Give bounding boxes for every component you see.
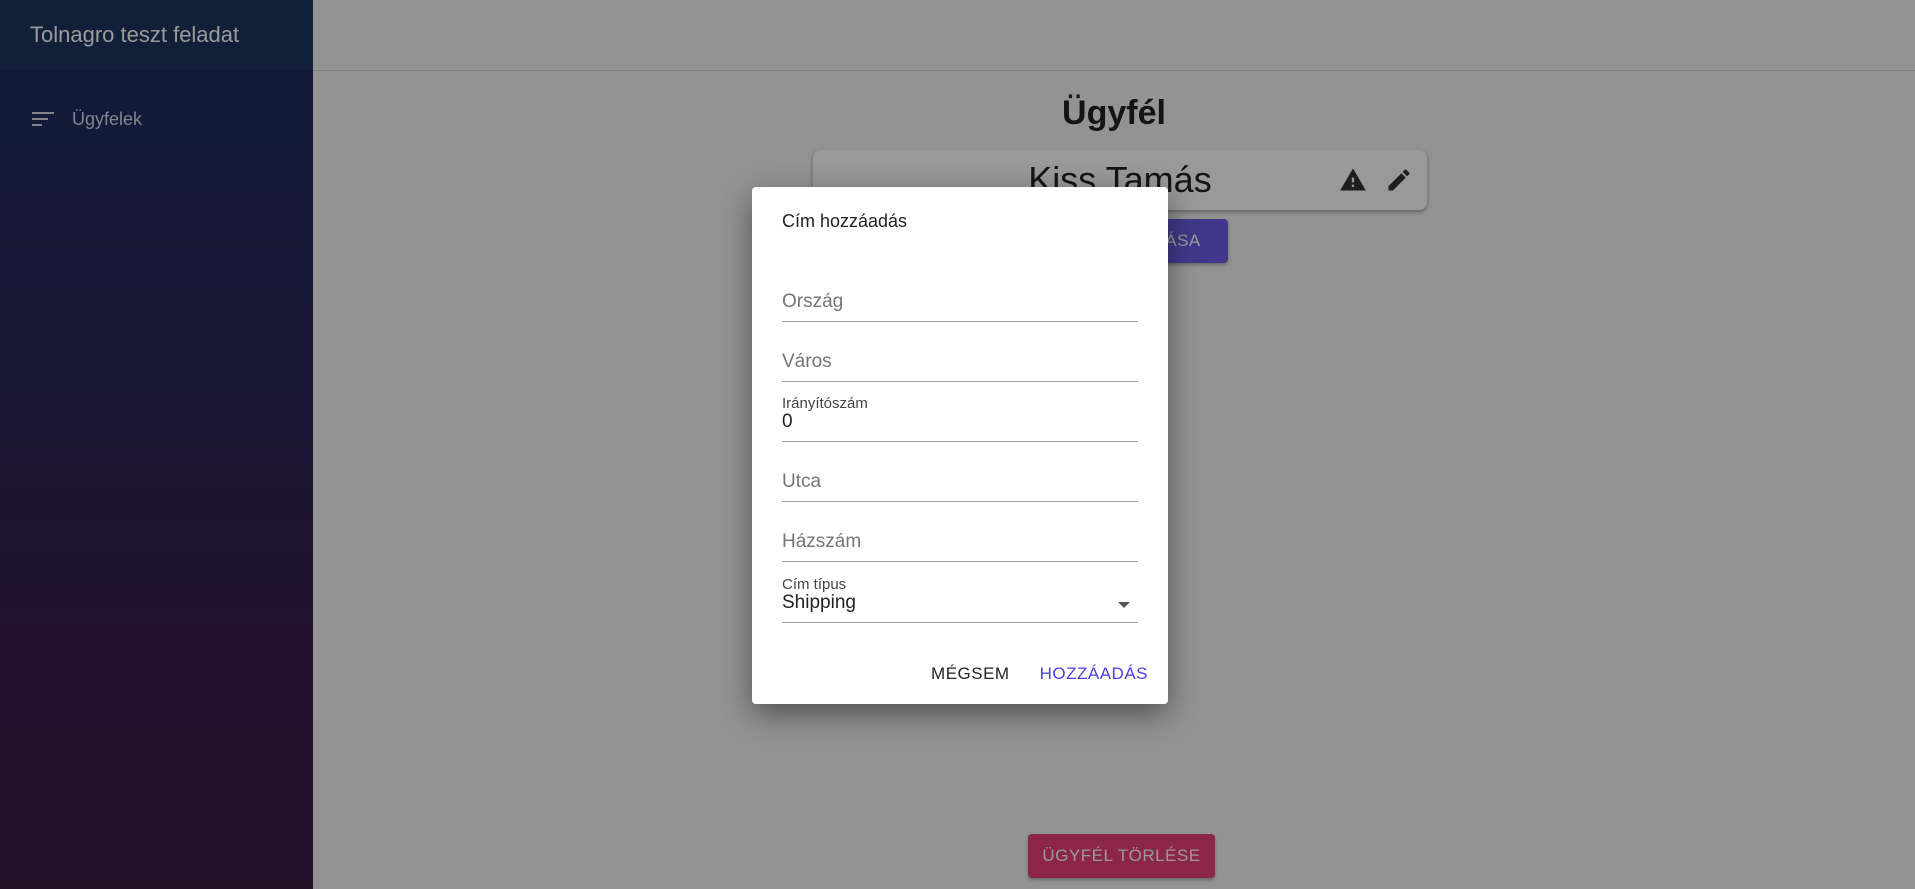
- house-number-field[interactable]: Házszám: [782, 519, 1138, 562]
- zip-label: Irányítószám: [782, 395, 868, 412]
- add-button[interactable]: HOZZÁADÁS: [1040, 664, 1148, 684]
- zip-value: 0: [782, 411, 793, 432]
- zip-field[interactable]: Irányítószám 0: [782, 395, 1138, 442]
- dialog-actions: MÉGSEM HOZZÁADÁS: [931, 664, 1148, 684]
- house-number-placeholder: Házszám: [782, 531, 862, 552]
- city-field[interactable]: Város: [782, 339, 1138, 382]
- add-address-dialog: Cím hozzáadás Ország Város Irányítószám …: [752, 187, 1168, 704]
- street-placeholder: Utca: [782, 471, 822, 492]
- country-placeholder: Ország: [782, 291, 844, 312]
- address-type-select[interactable]: Cím típus Shipping: [782, 576, 1138, 623]
- street-field[interactable]: Utca: [782, 459, 1138, 502]
- city-placeholder: Város: [782, 351, 832, 372]
- dialog-title: Cím hozzáadás: [782, 211, 908, 231]
- address-type-value: Shipping: [782, 592, 856, 613]
- chevron-down-icon[interactable]: [1118, 602, 1130, 608]
- address-type-label: Cím típus: [782, 576, 847, 593]
- cancel-button[interactable]: MÉGSEM: [931, 664, 1010, 684]
- country-field[interactable]: Ország: [782, 279, 1138, 322]
